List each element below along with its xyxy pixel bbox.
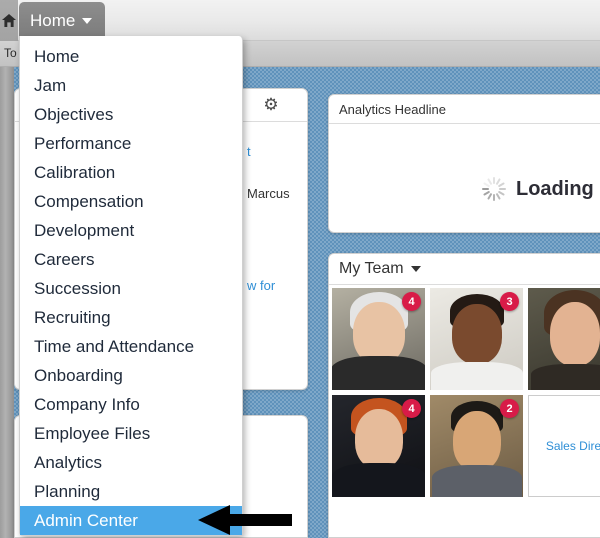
team-tile-row: 4 3	[332, 288, 600, 390]
home-tab-label: Home	[30, 10, 76, 30]
analytics-headline-panel: Analytics Headline Loading	[328, 94, 600, 233]
chevron-down-icon	[82, 17, 93, 24]
notification-badge: 4	[402, 399, 421, 418]
menu-item-development[interactable]: Development	[20, 216, 242, 245]
notification-badge: 2	[500, 399, 519, 418]
my-team-title: My Team	[339, 260, 404, 277]
menu-item-employee-files[interactable]: Employee Files	[20, 419, 242, 448]
notification-badge: 4	[402, 292, 421, 311]
todo-label[interactable]: To	[4, 46, 17, 60]
team-member-tile[interactable]: 4	[332, 395, 425, 497]
left-scrollbar-gutter[interactable]	[0, 67, 14, 538]
analytics-headline-title: Analytics Headline	[339, 101, 446, 117]
menu-item-compensation[interactable]: Compensation	[20, 187, 242, 216]
home-dropdown-menu: Home Jam Objectives Performance Calibrat…	[19, 36, 243, 536]
browser-chrome-bar: Home	[0, 0, 600, 41]
application-window: ⚙ t Marcus w for Analytics Headline Load…	[0, 0, 600, 538]
menu-item-onboarding[interactable]: Onboarding	[20, 361, 242, 390]
left-panel-text-marcus: Marcus	[247, 186, 290, 201]
team-role-tile[interactable]: Sales Direc	[528, 395, 600, 497]
menu-item-calibration[interactable]: Calibration	[20, 158, 242, 187]
left-panel-link-2[interactable]: w for	[247, 278, 275, 293]
analytics-headline-body: Loading	[329, 124, 600, 232]
left-panel-link-1[interactable]: t	[247, 144, 251, 159]
menu-item-admin-center[interactable]: Admin Center	[20, 506, 242, 535]
team-member-tile[interactable]: 3	[430, 288, 523, 390]
team-member-tile[interactable]: 4	[332, 288, 425, 390]
menu-item-company-info[interactable]: Company Info	[20, 390, 242, 419]
loading-spinner-icon	[481, 176, 507, 202]
chevron-down-icon[interactable]	[410, 266, 421, 272]
home-icon	[2, 14, 16, 27]
menu-item-succession[interactable]: Succession	[20, 274, 242, 303]
avatar	[528, 288, 600, 390]
analytics-headline-header: Analytics Headline	[329, 95, 600, 124]
menu-item-performance[interactable]: Performance	[20, 129, 242, 158]
my-team-grid: 4 3 4 2 Sales Dir	[329, 285, 600, 497]
menu-item-analytics[interactable]: Analytics	[20, 448, 242, 477]
gear-icon[interactable]: ⚙	[262, 96, 280, 114]
my-team-panel: My Team 4 3 4 2 Sales Dir	[328, 253, 600, 538]
menu-item-home[interactable]: Home	[20, 42, 242, 71]
notification-badge: 3	[500, 292, 519, 311]
home-tab-button[interactable]: Home	[19, 2, 105, 39]
my-team-header[interactable]: My Team	[329, 254, 600, 285]
team-role-label: Sales Direc	[545, 439, 600, 453]
menu-item-objectives[interactable]: Objectives	[20, 100, 242, 129]
menu-item-time-and-attendance[interactable]: Time and Attendance	[20, 332, 242, 361]
loading-indicator: Loading	[481, 176, 594, 202]
team-member-tile[interactable]	[528, 288, 600, 390]
menu-item-recruiting[interactable]: Recruiting	[20, 303, 242, 332]
team-tile-row: 4 2 Sales Direc	[332, 395, 600, 497]
menu-item-careers[interactable]: Careers	[20, 245, 242, 274]
team-member-tile[interactable]: 2	[430, 395, 523, 497]
loading-label: Loading	[516, 177, 594, 200]
menu-item-jam[interactable]: Jam	[20, 71, 242, 100]
menu-item-planning[interactable]: Planning	[20, 477, 242, 506]
home-icon-slot[interactable]	[0, 0, 18, 41]
